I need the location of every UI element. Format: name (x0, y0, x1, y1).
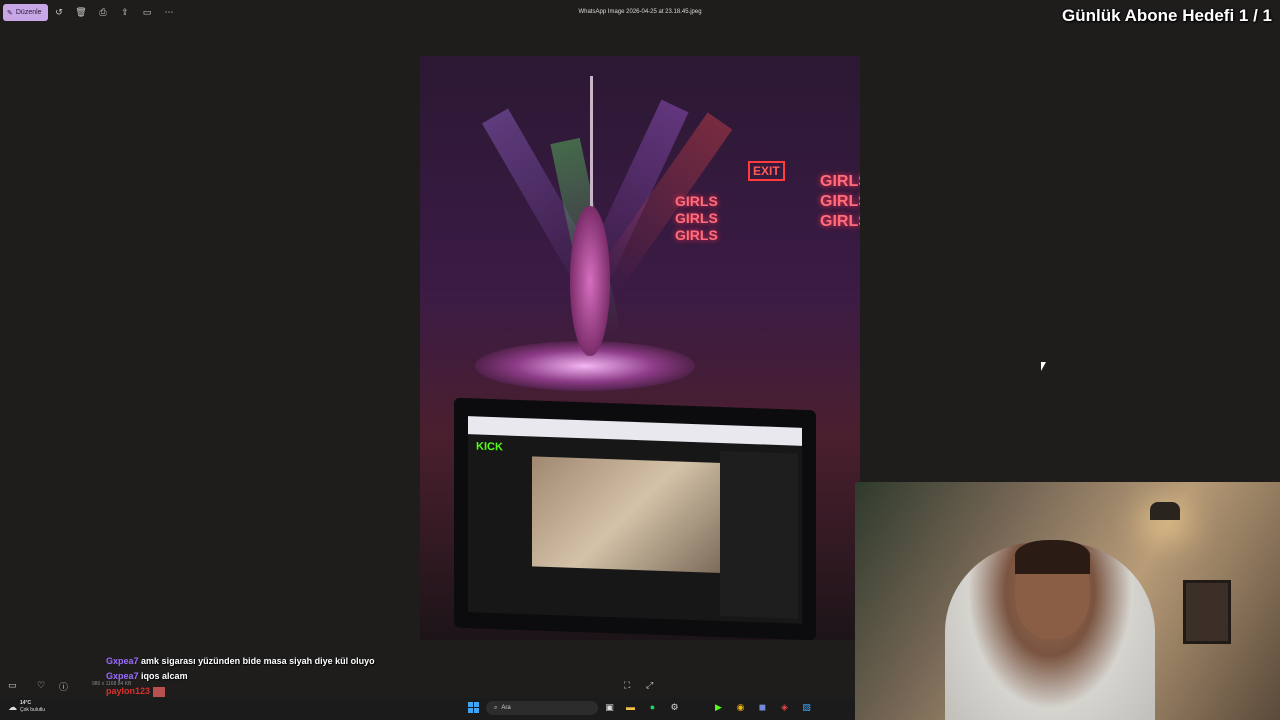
full-screen-icon[interactable]: ⤢ (646, 680, 653, 691)
image-info: 980 x 1168 84 KB (92, 681, 131, 687)
chrome-icon[interactable]: ◉ (734, 701, 747, 714)
kick-app-icon[interactable]: ▶ (712, 701, 725, 714)
taskbar (0, 698, 855, 720)
mouse-cursor (1041, 362, 1046, 371)
cloud-icon: ☁ (8, 701, 17, 712)
chat-overlay: Gxpea7 amk sigarası yüzünden bide masa s… (106, 654, 426, 699)
windows-start-icon[interactable] (468, 702, 480, 714)
dancer-figure (570, 206, 610, 356)
chat-text: amk sigarası yüzünden bide masa siyah di… (141, 656, 375, 666)
monitor-screen: KICK (468, 416, 802, 624)
neon-sign-left: GIRLS GIRLS GIRLS (675, 193, 718, 243)
taskbar-search[interactable]: ⌕ Ara (486, 701, 598, 715)
streamer-hair (1015, 540, 1090, 574)
app-icon[interactable]: ◈ (778, 701, 791, 714)
settings-icon[interactable]: ⚙ (668, 701, 681, 714)
photos-app-icon[interactable]: ▨ (800, 701, 813, 714)
wall-frame (1183, 580, 1231, 644)
discord-icon[interactable]: ◼ (756, 701, 769, 714)
weather-desc: Çok bulutlu (20, 707, 46, 713)
chat-text: iqos alcam (141, 671, 188, 681)
chat-username: Gxpea7 (106, 656, 139, 666)
favorite-icon[interactable]: ♡ (37, 680, 45, 691)
subscriber-goal-overlay: Günlük Abone Hedefi 1 / 1 (1061, 6, 1272, 25)
emote-icon (152, 686, 165, 697)
kick-logo: KICK (476, 440, 503, 454)
task-view-icon[interactable]: ▣ (603, 701, 616, 714)
info-icon[interactable]: ⓘ (59, 680, 68, 693)
neon-sign-right: GIRLS GIRLS GIRLS (820, 173, 860, 230)
chat-username: paylon123 (106, 686, 151, 696)
monitor: KICK (454, 397, 816, 640)
chat-message: Gxpea7 amk sigarası yüzünden bide masa s… (106, 654, 426, 669)
weather-temp: 14°C (20, 700, 32, 706)
webcam-overlay (855, 482, 1280, 720)
file-explorer-icon[interactable]: ▬ (624, 701, 637, 714)
lamp (1150, 502, 1180, 520)
stream-chat-panel (720, 450, 798, 619)
search-placeholder: Ara (501, 705, 511, 711)
displayed-image: GIRLS GIRLS GIRLS GIRLS GIRLS GIRLS EXIT… (420, 56, 860, 640)
stream-video (532, 456, 722, 574)
exit-sign: EXIT (748, 161, 785, 181)
filmstrip-icon[interactable]: ▭ (8, 680, 17, 691)
image-dimensions: 980 x 1168 (92, 681, 117, 687)
fit-to-window-icon[interactable]: ⛶ (624, 680, 630, 691)
search-icon: ⌕ (494, 704, 498, 711)
file-size: 84 KB (117, 681, 132, 687)
spotify-icon[interactable]: ● (646, 701, 659, 714)
chat-message: paylon123 (106, 684, 426, 699)
browser-bar (468, 416, 802, 446)
chat-message: Gxpea7 iqos alcam (106, 669, 426, 684)
chat-username: Gxpea7 (106, 671, 139, 681)
weather-widget[interactable]: ☁ 14°C Çok bulutlu (8, 700, 45, 714)
